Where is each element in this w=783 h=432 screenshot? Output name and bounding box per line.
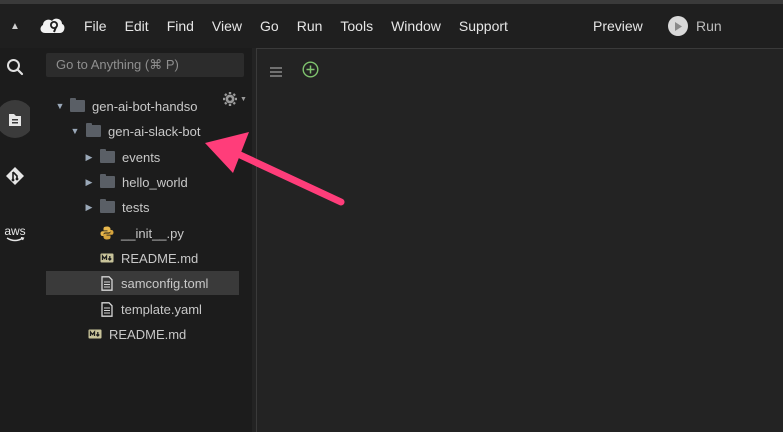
tree-file-root-readme-md[interactable]: README.md xyxy=(88,322,186,346)
tree-item-label: template.yaml xyxy=(121,301,202,317)
preview-button[interactable]: Preview xyxy=(593,18,643,34)
hamburger-menu-icon[interactable] xyxy=(270,64,282,77)
text-file-icon xyxy=(100,301,114,317)
folder-icon xyxy=(100,199,115,213)
tree-folder-hello-world[interactable]: ▶ hello_world xyxy=(83,170,188,194)
menu-items: File Edit Find View Go Run Tools Window … xyxy=(84,4,526,48)
run-label: Run xyxy=(696,18,722,34)
tree-file-init-py[interactable]: __init__.py xyxy=(100,221,184,245)
aws-icon[interactable]: aws xyxy=(0,218,30,248)
go-to-anything-placeholder: Go to Anything (⌘ P) xyxy=(56,57,179,72)
markdown-file-icon xyxy=(100,250,114,266)
tree-item-label: gen-ai-bot-handso xyxy=(92,98,198,114)
folder-icon xyxy=(70,98,85,112)
folder-icon xyxy=(100,149,115,163)
python-file-icon xyxy=(100,225,114,241)
tree-item-label: tests xyxy=(122,199,150,215)
menu-bar: ▲ File Edit Find View Go Run Tools Windo… xyxy=(0,4,783,48)
tree-folder-gen-ai-slack-bot[interactable]: ▼ gen-ai-slack-bot xyxy=(69,119,201,143)
chevron-right-icon: ▶ xyxy=(85,151,93,162)
folder-icon xyxy=(100,174,115,188)
menu-window[interactable]: Window xyxy=(391,18,441,34)
menu-go[interactable]: Go xyxy=(260,18,279,34)
chevron-right-icon: ▶ xyxy=(85,201,93,212)
text-file-icon xyxy=(100,275,114,291)
menu-find[interactable]: Find xyxy=(167,18,194,34)
go-to-anything-input[interactable]: Go to Anything (⌘ P) xyxy=(46,53,244,77)
files-icon[interactable] xyxy=(0,105,30,135)
tree-file-readme-md[interactable]: README.md xyxy=(100,246,198,270)
menu-run[interactable]: Run xyxy=(297,18,323,34)
editor-pane[interactable] xyxy=(256,48,783,432)
tree-item-label: samconfig.toml xyxy=(121,275,209,291)
chevron-down-icon: ▼ xyxy=(55,101,65,111)
play-icon xyxy=(668,16,688,36)
search-icon[interactable] xyxy=(0,52,30,82)
tree-folder-root[interactable]: ▼ gen-ai-bot-handso xyxy=(54,94,198,118)
tree-item-label: hello_world xyxy=(122,174,188,190)
chevron-down-icon: ▼ xyxy=(70,126,80,136)
cloud9-logo-icon[interactable] xyxy=(38,14,66,38)
tree-file-samconfig-toml[interactable]: samconfig.toml xyxy=(46,271,239,295)
aws-label: aws xyxy=(4,223,26,238)
add-tab-icon[interactable] xyxy=(302,61,319,78)
tree-item-label: README.md xyxy=(121,250,199,266)
chevron-right-icon: ▶ xyxy=(85,176,93,187)
tree-item-label: __init__.py xyxy=(121,225,184,241)
tree-folder-tests[interactable]: ▶ tests xyxy=(83,195,149,219)
collapse-menu-icon[interactable]: ▲ xyxy=(8,19,22,33)
tree-item-label: README.md xyxy=(109,326,187,342)
run-button[interactable]: Run xyxy=(668,14,722,38)
tree-item-label: events xyxy=(122,149,161,165)
gear-dropdown-icon: ▼ xyxy=(240,95,247,103)
markdown-file-icon xyxy=(88,326,102,342)
tree-file-template-yaml[interactable]: template.yaml xyxy=(100,297,202,321)
menu-edit[interactable]: Edit xyxy=(125,18,149,34)
menu-support[interactable]: Support xyxy=(459,18,508,34)
tree-item-label: gen-ai-slack-bot xyxy=(108,123,201,139)
settings-gear-icon[interactable]: ▼ xyxy=(222,90,250,108)
tree-folder-events[interactable]: ▶ events xyxy=(83,145,160,169)
menu-file[interactable]: File xyxy=(84,18,107,34)
menu-tools[interactable]: Tools xyxy=(340,18,373,34)
menu-view[interactable]: View xyxy=(212,18,242,34)
folder-icon xyxy=(86,123,101,137)
git-icon[interactable] xyxy=(0,161,30,191)
